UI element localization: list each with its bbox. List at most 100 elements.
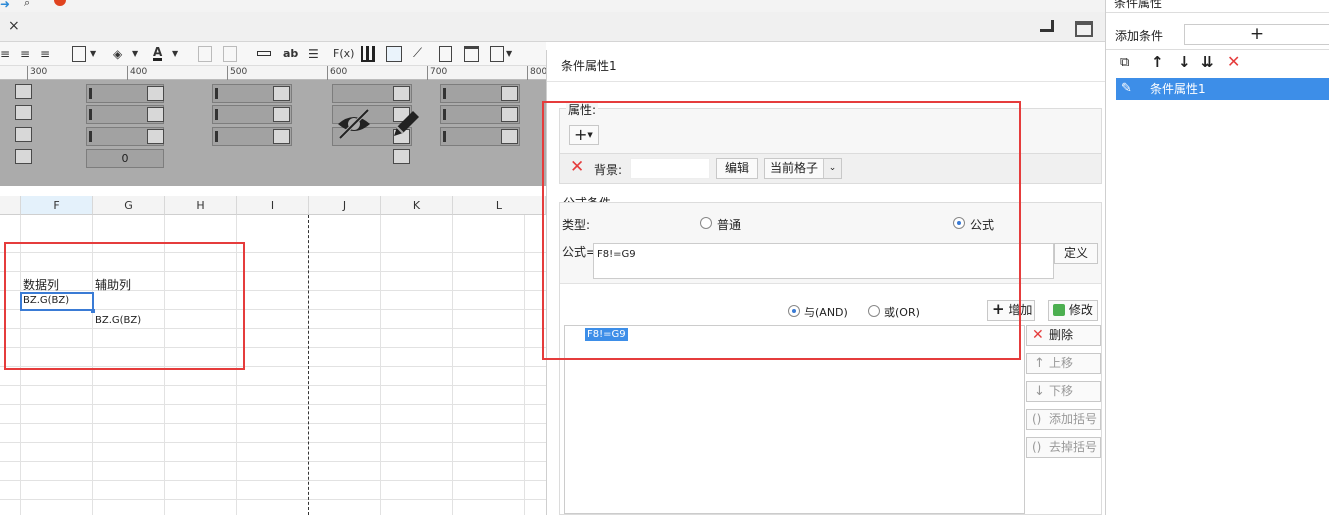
panel-header-title: 条件属性 xyxy=(1114,0,1163,10)
add-condition-button[interactable]: + xyxy=(1184,24,1329,45)
widget-button[interactable] xyxy=(15,127,32,142)
move-up-button[interactable]: ↑ 上移 xyxy=(1026,353,1101,374)
formula-fx-icon[interactable]: F(x) xyxy=(333,46,354,62)
align-right-icon[interactable]: ≡ xyxy=(40,46,50,62)
align-center-icon[interactable]: ≡ xyxy=(20,46,30,62)
parameter-widget[interactable] xyxy=(440,84,520,103)
ruler-mark: 400 xyxy=(127,66,147,80)
cursor-bar xyxy=(215,131,218,142)
condition-item-label: 条件属性1 xyxy=(1150,82,1206,96)
arrow-up-icon[interactable]: ↑ xyxy=(1151,53,1164,71)
widget-button[interactable] xyxy=(147,129,164,144)
widget-button[interactable] xyxy=(501,86,518,101)
column-header-i[interactable]: I xyxy=(237,196,309,215)
cursor-bar xyxy=(89,88,92,99)
condition-property-dialog: 条件属性1 属性: +▼ ✕ 背景: 编辑 当前格子⌄ 公式条件 类型: 普通 … xyxy=(542,50,1115,515)
widget-button[interactable] xyxy=(501,129,518,144)
expand-corner-icon[interactable] xyxy=(1040,20,1054,32)
parameter-widget[interactable] xyxy=(86,127,164,146)
column-header-l[interactable]: L xyxy=(453,196,546,215)
parameter-widget[interactable] xyxy=(212,84,292,103)
grid-row xyxy=(0,500,546,515)
parameter-widget[interactable] xyxy=(86,84,164,103)
cursor-bar xyxy=(215,88,218,99)
redo-arrow-icon[interactable]: ➜ xyxy=(0,0,10,11)
chart-icon[interactable] xyxy=(361,46,375,62)
widget-button[interactable] xyxy=(15,84,32,99)
widget-button[interactable] xyxy=(147,86,164,101)
ruler-mark: 700 xyxy=(427,66,447,80)
split-cells-icon[interactable] xyxy=(223,46,237,62)
widget-button[interactable] xyxy=(273,107,290,122)
shape-dropdown-icon[interactable]: ▼ xyxy=(506,46,512,62)
widget-button[interactable] xyxy=(15,105,32,120)
widget-button[interactable] xyxy=(273,129,290,144)
grid-row xyxy=(0,386,546,405)
column-header-f[interactable]: F xyxy=(21,196,93,215)
column-header-h[interactable]: H xyxy=(165,196,237,215)
fill-color-icon[interactable]: ◈ xyxy=(113,46,122,62)
column-header-blank xyxy=(0,196,21,215)
hidden-eye-icon xyxy=(338,108,370,140)
modify-condition-button[interactable]: 修改 xyxy=(1048,300,1098,321)
font-color-dropdown-icon[interactable]: ▼ xyxy=(172,46,178,62)
label-ab-icon[interactable]: ab xyxy=(283,46,298,62)
parameter-widget[interactable] xyxy=(440,127,520,146)
parameter-widget[interactable] xyxy=(440,105,520,124)
spreadsheet-grid[interactable]: F G H I J K L 数据列 辅助列 BZ.G(BZ) BZ.G(BZ) xyxy=(0,196,546,515)
copy-icon[interactable]: ⧉ xyxy=(1120,55,1129,70)
panel-layout-icon[interactable] xyxy=(1075,21,1093,37)
paragraph-icon[interactable]: ☰ xyxy=(308,46,319,62)
remove-bracket-button[interactable]: () 去掉括号 xyxy=(1026,437,1101,458)
delete-condition-button[interactable]: ✕ 删除 xyxy=(1026,325,1101,346)
arrow-down-icon: ↓ xyxy=(1034,384,1045,399)
shape-icon[interactable] xyxy=(490,46,504,62)
close-tab-icon[interactable]: × xyxy=(8,18,20,34)
text-widget-icon[interactable] xyxy=(257,51,271,56)
border-icon[interactable] xyxy=(72,46,86,62)
app-logo-icon xyxy=(54,0,66,6)
divider xyxy=(1106,12,1329,13)
move-bottom-icon[interactable]: ⇊ xyxy=(1201,53,1214,71)
edit-pencil-icon xyxy=(394,111,419,136)
condition-list-item-selected[interactable]: ✎ 条件属性1 xyxy=(1116,78,1329,100)
delete-icon[interactable]: ✕ xyxy=(1227,52,1240,71)
widget-button[interactable] xyxy=(273,86,290,101)
subreport-icon[interactable] xyxy=(439,46,452,62)
merge-cells-icon[interactable] xyxy=(198,46,212,62)
slash-icon[interactable]: ⟋ xyxy=(413,46,422,62)
image-icon[interactable] xyxy=(386,46,402,62)
font-color-icon[interactable]: A xyxy=(153,46,163,61)
column-header-k[interactable]: K xyxy=(381,196,453,215)
edit-pencil-icon: ✎ xyxy=(1121,81,1132,96)
cursor-bar xyxy=(443,131,446,142)
parameter-widget[interactable] xyxy=(332,84,412,103)
column-header-j[interactable]: J xyxy=(309,196,381,215)
border-dropdown-icon[interactable]: ▼ xyxy=(90,46,96,62)
align-left-icon[interactable]: ≡ xyxy=(0,46,10,62)
condition-attribute-panel: 条件属性 添加条件 + ⧉ ↑ ↓ ⇊ ✕ ✎ 条件属性1 xyxy=(1105,0,1329,515)
preview-icon[interactable]: ⌕ xyxy=(24,0,30,10)
widget-button[interactable] xyxy=(393,149,410,164)
horizontal-ruler: 300 400 500 600 700 800 xyxy=(0,66,547,80)
number-widget[interactable]: 0 xyxy=(86,149,164,168)
parameter-widget[interactable] xyxy=(212,127,292,146)
ruler-mark: 500 xyxy=(227,66,247,80)
parameter-widget[interactable] xyxy=(86,105,164,124)
widget-button[interactable] xyxy=(393,86,410,101)
widget-button[interactable] xyxy=(501,107,518,122)
widget-button[interactable] xyxy=(147,107,164,122)
widget-button[interactable] xyxy=(15,149,32,164)
bracket-icon: () xyxy=(1032,412,1042,426)
highlight-box xyxy=(542,101,1021,360)
column-header-g[interactable]: G xyxy=(93,196,165,215)
frame-icon[interactable] xyxy=(464,46,479,62)
define-button[interactable]: 定义 xyxy=(1054,243,1098,264)
arrow-down-icon[interactable]: ↓ xyxy=(1178,53,1191,71)
move-down-button[interactable]: ↓ 下移 xyxy=(1026,381,1101,402)
cursor-bar xyxy=(215,109,218,120)
fill-dropdown-icon[interactable]: ▼ xyxy=(132,46,138,62)
add-bracket-button[interactable]: () 添加括号 xyxy=(1026,409,1101,430)
grid-row xyxy=(0,462,546,481)
parameter-widget[interactable] xyxy=(212,105,292,124)
